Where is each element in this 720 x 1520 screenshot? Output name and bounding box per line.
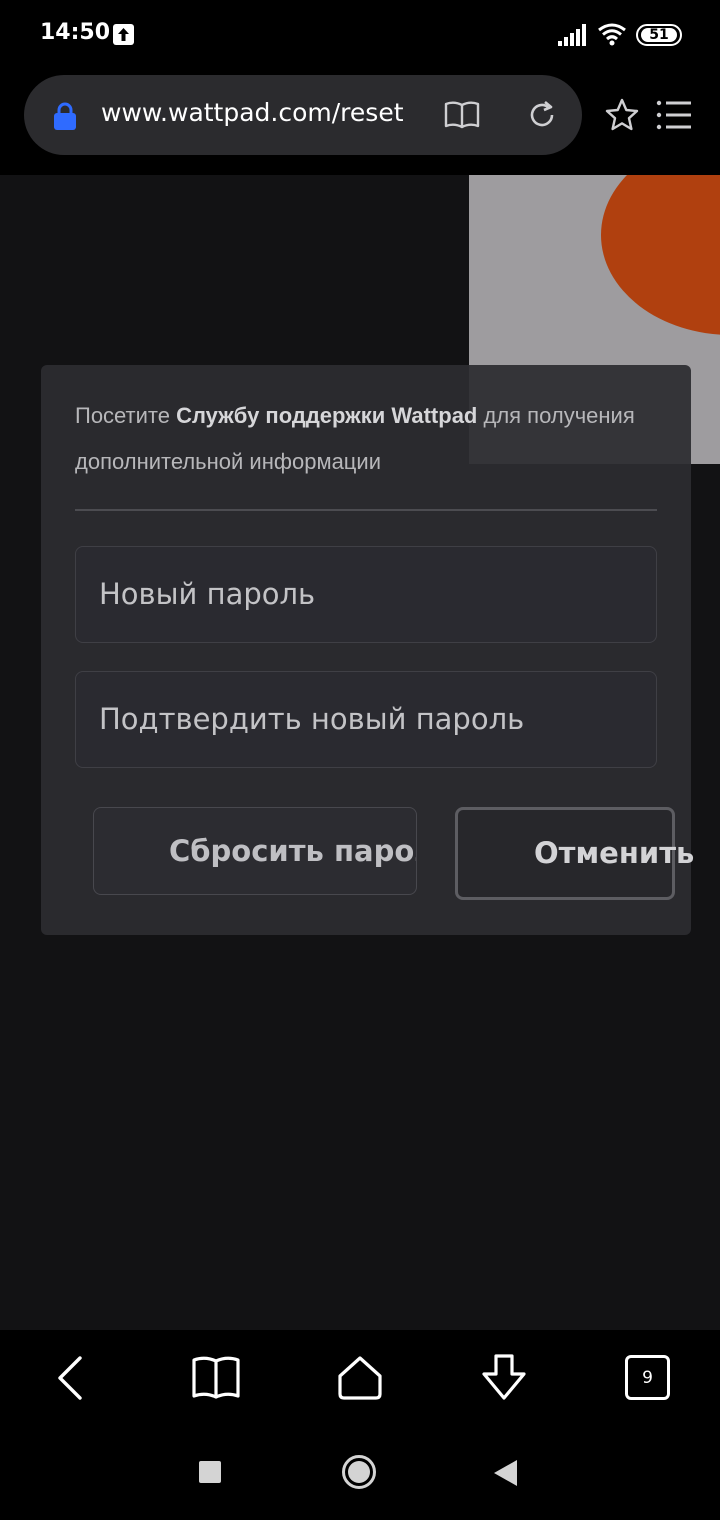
status-time: 14:50 <box>40 20 111 45</box>
tab-count: 9 <box>642 1367 653 1388</box>
cancel-button[interactable]: Отменить <box>455 807 694 900</box>
new-password-placeholder: Новый пароль <box>99 577 316 611</box>
signal-icon <box>558 24 586 46</box>
url-text[interactable]: www.wattpad.com/reset <box>101 98 411 127</box>
support-help-text: Посетите Службу поддержки Wattpad для по… <box>75 393 665 485</box>
reload-icon[interactable] <box>526 99 558 131</box>
recents-icon[interactable] <box>199 1461 221 1483</box>
web-page: Посетите Службу поддержки Wattpad для по… <box>0 175 720 1330</box>
download-icon[interactable] <box>478 1352 530 1404</box>
upload-icon <box>113 24 134 45</box>
decorative-orange-shape <box>601 175 720 335</box>
new-password-input[interactable]: Новый пароль <box>75 546 657 643</box>
status-bar: 14:50 51 <box>0 0 720 70</box>
star-icon[interactable] <box>604 97 640 133</box>
browser-bottom-nav: 9 <box>0 1330 720 1425</box>
menu-icon[interactable] <box>656 100 692 130</box>
confirm-password-input[interactable]: Подтвердить новый пароль <box>75 671 657 768</box>
browser-toolbar: www.wattpad.com/reset <box>0 70 720 175</box>
wifi-icon <box>598 23 626 46</box>
support-link[interactable]: Службу поддержки Wattpad <box>176 403 477 428</box>
back-icon[interactable] <box>46 1352 98 1404</box>
reset-password-card: Посетите Службу поддержки Wattpad для по… <box>41 365 694 935</box>
home-icon[interactable] <box>334 1352 386 1404</box>
system-nav-bar <box>0 1425 720 1520</box>
battery-level: 51 <box>649 27 669 43</box>
bookmarks-icon[interactable] <box>190 1352 242 1404</box>
home-circle-icon[interactable] <box>341 1454 377 1490</box>
reader-mode-icon[interactable] <box>444 100 480 130</box>
battery-icon: 51 <box>636 24 682 46</box>
address-bar[interactable]: www.wattpad.com/reset <box>24 75 582 155</box>
tabs-icon[interactable]: 9 <box>625 1355 670 1400</box>
help-text-prefix: Посетите <box>75 403 177 428</box>
confirm-password-placeholder: Подтвердить новый пароль <box>99 702 525 736</box>
reset-password-button[interactable]: Сбросить пароль <box>93 807 417 895</box>
lock-icon <box>54 102 76 130</box>
reset-password-label: Сбросить пароль <box>169 834 416 868</box>
back-triangle-icon[interactable] <box>492 1458 520 1488</box>
cancel-label: Отменить <box>534 836 695 870</box>
divider <box>75 509 657 511</box>
